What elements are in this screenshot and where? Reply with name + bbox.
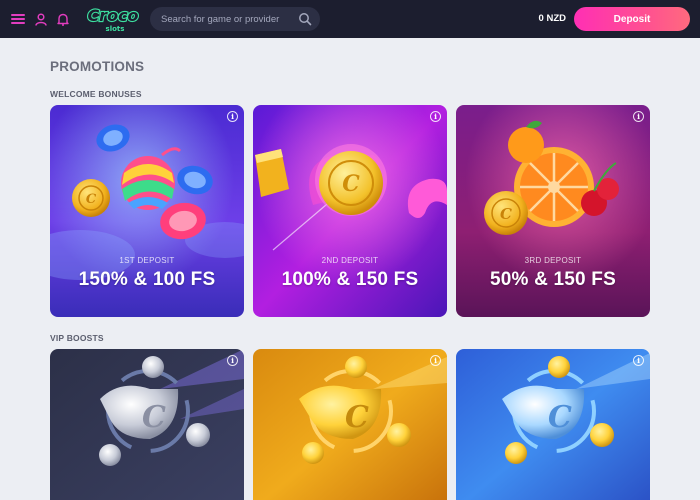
card-headline: 150% & 100 FS — [78, 269, 216, 290]
info-icon[interactable]: i — [430, 355, 441, 366]
svg-text:C: C — [142, 400, 166, 435]
gold-boost-illustration: C — [253, 349, 447, 500]
vip-card-gold[interactable]: C i — [253, 349, 447, 500]
welcome-card-3rd-deposit[interactable]: C i 3RD DEPOSIT 50% & 150 FS — [456, 105, 650, 317]
menu-icon[interactable] — [10, 11, 26, 27]
welcome-bonuses-heading: WELCOME BONUSES — [50, 89, 142, 99]
svg-text:C: C — [342, 171, 360, 197]
welcome-card-2nd-deposit[interactable]: C i 2ND DEPOSIT 100% & 150 FS — [253, 105, 447, 317]
page-title: PROMOTIONS — [50, 59, 145, 74]
welcome-card-1st-deposit[interactable]: C i 1ST DEPOSIT 150% & 100 FS — [50, 105, 244, 317]
info-icon[interactable]: i — [633, 111, 644, 122]
vip-card-diamond[interactable]: C i — [456, 349, 650, 500]
deposit-button[interactable]: Deposit — [574, 7, 690, 31]
user-icon[interactable] — [33, 11, 49, 27]
card-subtitle: 2ND DEPOSIT — [321, 256, 379, 265]
diamond-boost-illustration: C — [456, 349, 650, 500]
vip-boosts-heading: VIP BOOSTS — [50, 333, 104, 343]
info-icon[interactable]: i — [430, 111, 441, 122]
svg-text:C: C — [86, 192, 97, 207]
card-subtitle: 3RD DEPOSIT — [524, 256, 582, 265]
top-bar: Croco slots 0 NZD Deposit — [0, 0, 700, 38]
card-headline: 50% & 150 FS — [490, 269, 616, 290]
search-input[interactable] — [161, 12, 291, 26]
silver-boost-illustration: C — [50, 349, 244, 500]
bell-icon[interactable] — [55, 11, 71, 27]
search-box — [150, 7, 320, 31]
svg-text:C: C — [345, 400, 369, 435]
card-headline: 100% & 150 FS — [281, 269, 419, 290]
logo-subtext: slots — [106, 25, 125, 33]
svg-text:C: C — [548, 400, 572, 435]
croco-slots-logo[interactable]: Croco slots — [82, 4, 144, 34]
balance-display[interactable]: 0 NZD — [520, 13, 566, 24]
search-icon[interactable] — [298, 12, 312, 26]
card-subtitle: 1ST DEPOSIT — [119, 256, 175, 265]
vip-card-silver[interactable]: C i — [50, 349, 244, 500]
info-icon[interactable]: i — [227, 111, 238, 122]
info-icon[interactable]: i — [633, 355, 644, 366]
logo-wordmark: Croco — [87, 6, 138, 25]
info-icon[interactable]: i — [227, 355, 238, 366]
svg-text:C: C — [500, 205, 512, 223]
